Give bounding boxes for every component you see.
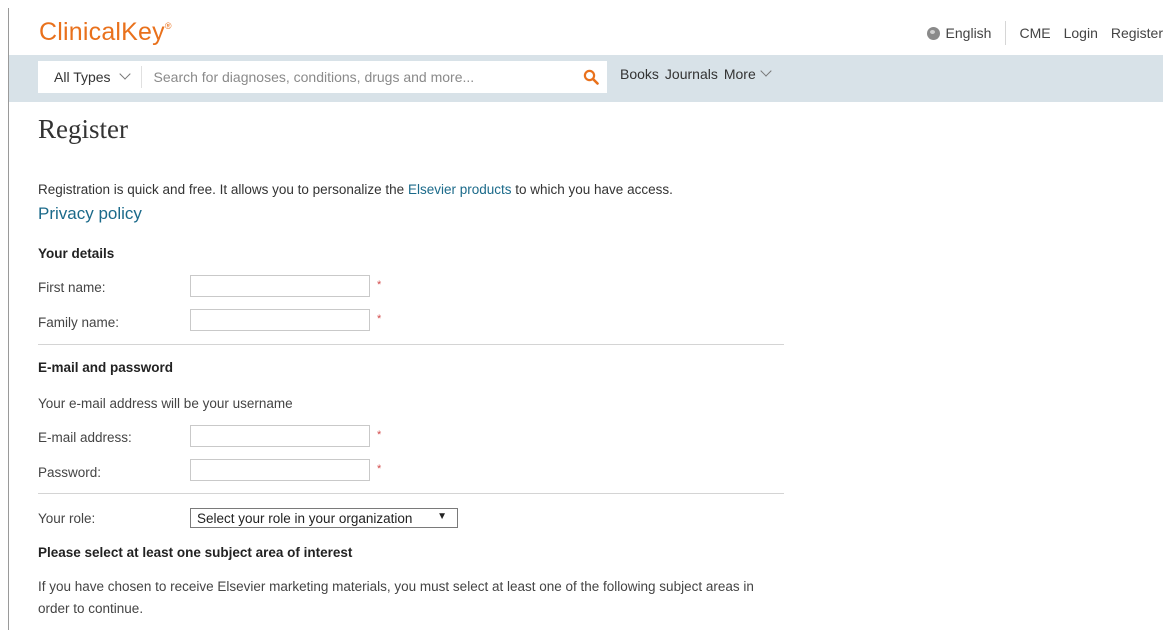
section-divider (38, 493, 784, 494)
nav-more-label: More (723, 66, 756, 82)
browse-nav: Books Journals More (620, 65, 772, 82)
role-select[interactable]: Select your role in your organization ▼ (190, 508, 458, 528)
register-link[interactable]: Register (1098, 25, 1163, 41)
search-input[interactable] (141, 62, 556, 92)
family-name-field[interactable] (190, 309, 370, 331)
nav-books[interactable]: Books (620, 66, 659, 82)
nav-more[interactable]: More (723, 65, 772, 82)
chevron-down-icon (760, 65, 772, 77)
your-details-heading: Your details (38, 246, 115, 261)
intro-text-end: to which you have access. (511, 182, 673, 197)
search-box: All Types (38, 61, 607, 93)
family-name-label: Family name: (38, 315, 120, 330)
logo-text: ClinicalKey (39, 18, 165, 46)
subject-area-heading: Please select at least one subject area … (38, 545, 353, 560)
username-note: Your e-mail address will be your usernam… (38, 396, 293, 411)
required-marker: * (377, 313, 382, 325)
email-label: E-mail address: (38, 430, 132, 445)
globe-icon (926, 26, 940, 40)
required-marker: * (377, 463, 382, 475)
first-name-label: First name: (38, 280, 106, 295)
chevron-down-icon (118, 68, 131, 80)
subject-area-text: If you have chosen to receive Elsevier m… (38, 579, 754, 616)
clinicalkey-logo[interactable]: ClinicalKey® (39, 18, 172, 47)
first-name-field[interactable] (190, 275, 370, 297)
search-icon[interactable] (583, 69, 599, 85)
password-label: Password: (38, 465, 102, 480)
required-marker: * (377, 429, 382, 441)
content-type-dropdown[interactable]: All Types (38, 66, 142, 88)
elsevier-products-link[interactable]: Elsevier products (408, 182, 512, 197)
logo-registered-mark: ® (164, 21, 172, 31)
dropdown-arrow-icon: ▼ (437, 511, 447, 522)
intro-text: Registration is quick and free. It allow… (38, 182, 673, 197)
section-divider (38, 344, 784, 345)
window-top-edge (0, 0, 1163, 8)
language-label: English (945, 25, 992, 41)
page-title: Register (38, 114, 128, 144)
nav-journals[interactable]: Journals (665, 66, 718, 82)
required-marker: * (377, 279, 382, 291)
search-bar: All Types Books Journals More (9, 55, 1163, 102)
login-link[interactable]: Login (1051, 25, 1098, 41)
email-password-heading: E-mail and password (38, 360, 174, 375)
role-selected-value: Select your role in your organization (197, 510, 413, 526)
email-field[interactable] (190, 425, 370, 447)
cme-link[interactable]: CME (1006, 25, 1050, 41)
intro-text-start: Registration is quick and free. It allow… (38, 182, 408, 197)
content-type-label: All Types (54, 69, 111, 85)
role-label: Your role: (38, 511, 96, 526)
site-header: ClinicalKey® English CME Login Register (9, 8, 1163, 55)
language-selector[interactable]: English (926, 21, 1007, 45)
privacy-policy-link[interactable]: Privacy policy (38, 204, 142, 224)
top-links: English CME Login Register (926, 21, 1163, 45)
password-field[interactable] (190, 459, 370, 481)
